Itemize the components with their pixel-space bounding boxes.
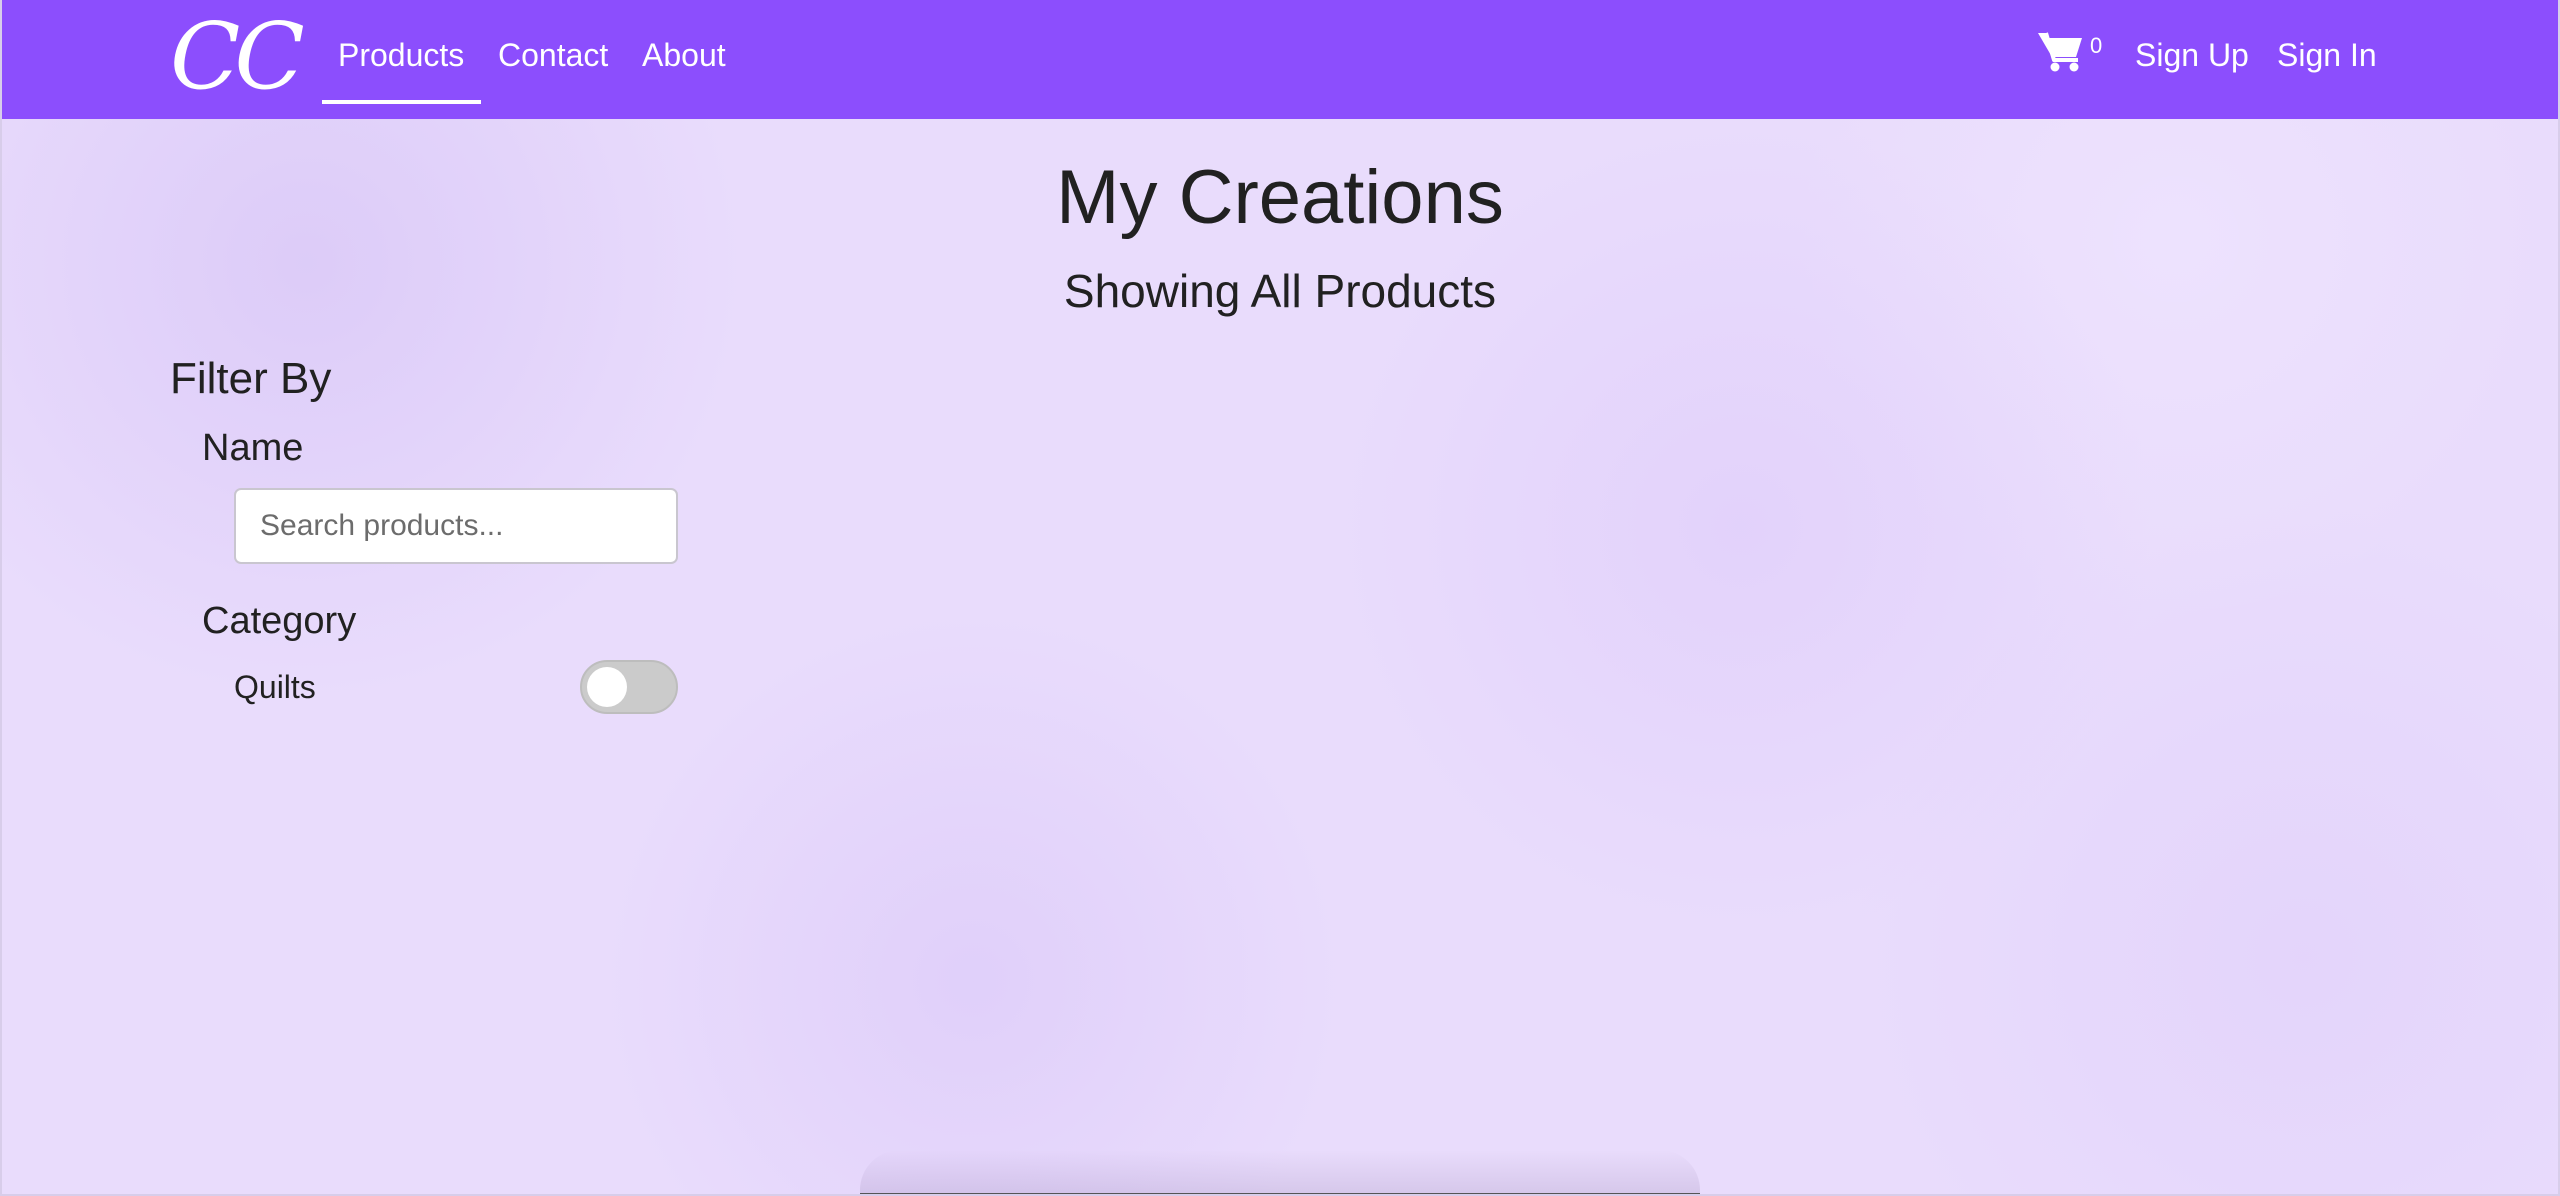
page-title: My Creations <box>1056 155 1504 240</box>
toggle-knob <box>587 667 627 707</box>
dock-shadow <box>860 1150 1700 1196</box>
top-navbar: CC Products Contact About 0 Sign Up Sign… <box>0 0 2560 119</box>
cart-icon <box>2038 32 2082 72</box>
sign-up-link[interactable]: Sign Up <box>2135 30 2249 80</box>
nav-link-about[interactable]: About <box>642 30 726 80</box>
category-filter-label: Category <box>202 600 357 642</box>
filter-heading: Filter By <box>170 354 332 403</box>
cart-count-badge: 0 <box>2090 33 2103 58</box>
name-filter-label: Name <box>202 427 304 469</box>
brand-logo[interactable]: CC <box>170 2 305 112</box>
category-option-quilts-label: Quilts <box>234 669 316 705</box>
quilts-toggle[interactable] <box>580 660 678 714</box>
nav-link-products[interactable]: Products <box>338 30 464 80</box>
page-subtitle: Showing All Products <box>1063 265 1497 317</box>
nav-link-contact[interactable]: Contact <box>498 30 608 80</box>
cart-button[interactable] <box>2038 30 2098 76</box>
search-input[interactable] <box>234 488 678 564</box>
active-link-underline <box>322 100 481 104</box>
sign-in-link[interactable]: Sign In <box>2277 30 2377 80</box>
